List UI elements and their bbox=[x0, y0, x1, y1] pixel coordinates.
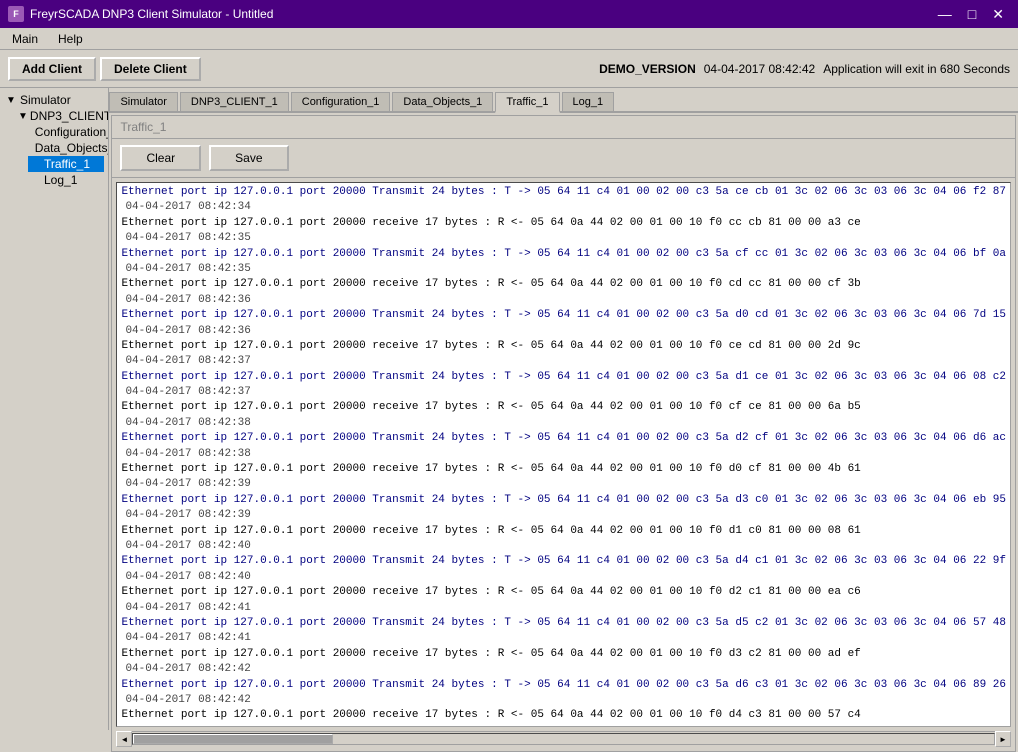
log-line: Ethernet port ip 127.0.0.1 port 20000 re… bbox=[121, 708, 1006, 723]
log-area[interactable]: Ethernet port ip 127.0.0.1 port 20000 Tr… bbox=[116, 182, 1011, 727]
log-line: 04-04-2017 08:42:39 bbox=[125, 508, 1006, 523]
tab-log[interactable]: Log_1 bbox=[562, 92, 615, 111]
sidebar-item-log[interactable]: Log_1 bbox=[28, 172, 104, 188]
scroll-left-arrow[interactable]: ◄ bbox=[116, 731, 132, 747]
log-line: Ethernet port ip 127.0.0.1 port 20000 Tr… bbox=[121, 247, 1006, 262]
log-line: 04-04-2017 08:42:37 bbox=[125, 354, 1006, 369]
scroll-right-arrow[interactable]: ► bbox=[995, 731, 1011, 747]
menu-bar: Main Help bbox=[0, 28, 1018, 50]
menu-main[interactable]: Main bbox=[4, 30, 46, 48]
app-icon: F bbox=[8, 6, 24, 22]
tree-toggle-config bbox=[30, 127, 33, 138]
log-line: 04-04-2017 08:42:40 bbox=[125, 570, 1006, 585]
log-line: Ethernet port ip 127.0.0.1 port 20000 re… bbox=[121, 647, 1006, 662]
sidebar: ▼ Simulator ▼ DNP3_CLIENT_1 Configuratio… bbox=[0, 88, 109, 730]
tree-toggle-traffic bbox=[30, 159, 42, 170]
log-line: Ethernet port ip 127.0.0.1 port 20000 re… bbox=[121, 524, 1006, 539]
log-line: 04-04-2017 08:42:38 bbox=[125, 447, 1006, 462]
tab-dataobjects[interactable]: Data_Objects_1 bbox=[392, 92, 493, 111]
title-bar: F FreyrSCADA DNP3 Client Simulator - Unt… bbox=[0, 0, 1018, 28]
log-line: Ethernet port ip 127.0.0.1 port 20000 re… bbox=[121, 216, 1006, 231]
log-line: Ethernet port ip 127.0.0.1 port 20000 re… bbox=[121, 585, 1006, 600]
tab-configuration[interactable]: Configuration_1 bbox=[291, 92, 391, 111]
log-line: 04-04-2017 08:42:36 bbox=[125, 324, 1006, 339]
tab-bar: Simulator DNP3_CLIENT_1 Configuration_1 … bbox=[109, 88, 1018, 113]
log-line: Ethernet port ip 127.0.0.1 port 20000 re… bbox=[121, 339, 1006, 354]
countdown-value: 680 bbox=[940, 62, 960, 76]
log-line: 04-04-2017 08:42:35 bbox=[125, 262, 1006, 277]
clear-button[interactable]: Clear bbox=[120, 145, 201, 171]
datetime-label: 04-04-2017 08:42:42 bbox=[704, 62, 815, 76]
window-title: FreyrSCADA DNP3 Client Simulator - Untit… bbox=[30, 7, 273, 21]
log-line: Ethernet port ip 127.0.0.1 port 20000 Tr… bbox=[121, 493, 1006, 508]
tree-toggle-dataobjects bbox=[30, 143, 33, 154]
log-line: 04-04-2017 08:42:41 bbox=[125, 601, 1006, 616]
scroll-track[interactable] bbox=[132, 733, 995, 745]
log-line: Ethernet port ip 127.0.0.1 port 20000 Tr… bbox=[121, 554, 1006, 569]
horizontal-scrollbar[interactable]: ◄ ► bbox=[116, 731, 1011, 747]
log-line: Ethernet port ip 127.0.0.1 port 20000 Tr… bbox=[121, 431, 1006, 446]
log-line: Ethernet port ip 127.0.0.1 port 20000 re… bbox=[121, 462, 1006, 477]
log-line: 04-04-2017 08:42:39 bbox=[125, 477, 1006, 492]
sidebar-label-dataobjects: Data_Objects_1 bbox=[35, 141, 110, 155]
log-line: Ethernet port ip 127.0.0.1 port 20000 Tr… bbox=[121, 185, 1006, 200]
tree-toggle-dnp3client: ▼ bbox=[18, 111, 28, 122]
close-button[interactable]: ✕ bbox=[986, 7, 1010, 21]
tab-dnp3client[interactable]: DNP3_CLIENT_1 bbox=[180, 92, 289, 111]
sidebar-label-log: Log_1 bbox=[44, 173, 77, 187]
tree-toggle-log bbox=[30, 175, 42, 186]
log-line: 04-04-2017 08:42:41 bbox=[125, 631, 1006, 646]
sidebar-label-traffic: Traffic_1 bbox=[44, 157, 90, 171]
sidebar-item-simulator[interactable]: ▼ Simulator bbox=[4, 92, 104, 108]
delete-client-button[interactable]: Delete Client bbox=[100, 57, 201, 81]
sidebar-label-configuration: Configuration_1 bbox=[35, 125, 110, 139]
right-panel: Simulator DNP3_CLIENT_1 Configuration_1 … bbox=[109, 88, 1018, 730]
add-client-button[interactable]: Add Client bbox=[8, 57, 96, 81]
sidebar-item-dnp3client[interactable]: ▼ DNP3_CLIENT_1 bbox=[16, 108, 104, 124]
log-line: 04-04-2017 08:42:34 bbox=[125, 200, 1006, 215]
demo-version-label: DEMO_VERSION bbox=[599, 62, 696, 76]
log-line: Ethernet port ip 127.0.0.1 port 20000 re… bbox=[121, 277, 1006, 292]
log-line: Ethernet port ip 127.0.0.1 port 20000 Tr… bbox=[121, 616, 1006, 631]
exit-info-label: Application will exit in 680 Seconds bbox=[823, 62, 1010, 76]
log-line: 04-04-2017 08:42:37 bbox=[125, 385, 1006, 400]
log-line: 04-04-2017 08:42:36 bbox=[125, 293, 1006, 308]
log-line: 04-04-2017 08:42:42 bbox=[125, 693, 1006, 708]
log-line: 04-04-2017 08:42:42 bbox=[125, 662, 1006, 677]
log-line: Ethernet port ip 127.0.0.1 port 20000 Tr… bbox=[121, 678, 1006, 693]
log-line: 04-04-2017 08:42:40 bbox=[125, 539, 1006, 554]
scroll-thumb[interactable] bbox=[133, 734, 333, 744]
toolbar-status: DEMO_VERSION 04-04-2017 08:42:42 Applica… bbox=[599, 62, 1010, 76]
log-line: 04-04-2017 08:42:35 bbox=[125, 231, 1006, 246]
log-line: 04-04-2017 08:42:38 bbox=[125, 416, 1006, 431]
traffic-panel-title: Traffic_1 bbox=[112, 116, 1015, 139]
sidebar-item-dataobjects[interactable]: Data_Objects_1 bbox=[28, 140, 104, 156]
toolbar-buttons: Add Client Delete Client bbox=[8, 57, 201, 81]
main-content: ▼ Simulator ▼ DNP3_CLIENT_1 Configuratio… bbox=[0, 88, 1018, 730]
sidebar-label-simulator: Simulator bbox=[20, 93, 71, 107]
traffic-panel: Traffic_1 Clear Save Ethernet port ip 12… bbox=[111, 115, 1016, 752]
sidebar-item-traffic[interactable]: Traffic_1 bbox=[28, 156, 104, 172]
save-button[interactable]: Save bbox=[209, 145, 288, 171]
menu-help[interactable]: Help bbox=[50, 30, 91, 48]
tree-toggle-simulator: ▼ bbox=[6, 95, 18, 106]
traffic-toolbar: Clear Save bbox=[112, 139, 1015, 178]
window-controls: — □ ✕ bbox=[932, 7, 1010, 21]
minimize-button[interactable]: — bbox=[932, 7, 958, 21]
log-line: Ethernet port ip 127.0.0.1 port 20000 Tr… bbox=[121, 308, 1006, 323]
maximize-button[interactable]: □ bbox=[962, 7, 982, 21]
sidebar-item-configuration[interactable]: Configuration_1 bbox=[28, 124, 104, 140]
sidebar-label-dnp3client: DNP3_CLIENT_1 bbox=[30, 109, 110, 123]
tab-traffic[interactable]: Traffic_1 bbox=[495, 92, 559, 113]
log-line: Ethernet port ip 127.0.0.1 port 20000 Tr… bbox=[121, 370, 1006, 385]
toolbar: Add Client Delete Client DEMO_VERSION 04… bbox=[0, 50, 1018, 88]
tab-simulator[interactable]: Simulator bbox=[109, 92, 177, 111]
log-line: Ethernet port ip 127.0.0.1 port 20000 re… bbox=[121, 400, 1006, 415]
